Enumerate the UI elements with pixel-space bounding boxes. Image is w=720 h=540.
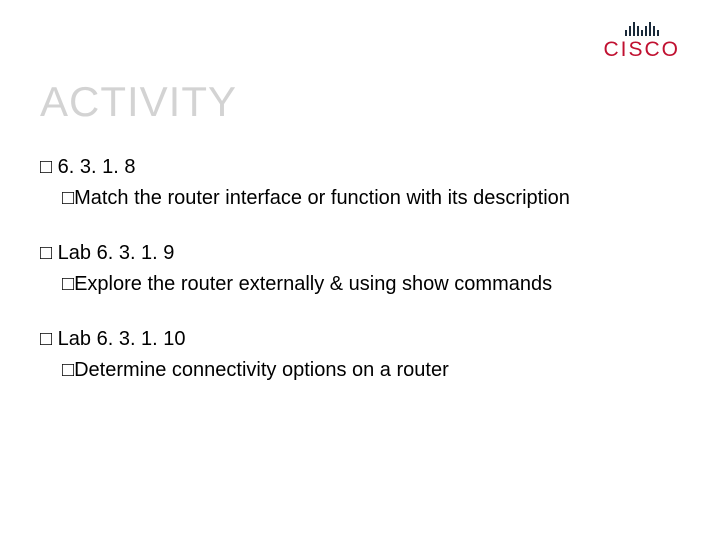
slide: CISCO ACTIVITY □ 6. 3. 1. 8 □Match the r… — [0, 0, 720, 540]
list-item: □ Lab 6. 3. 1. 10 — [40, 326, 680, 353]
cisco-logo-icon — [603, 18, 680, 36]
square-bullet-icon: □ — [40, 242, 52, 264]
square-bullet-icon: □ — [62, 273, 74, 295]
list-subitem: □Explore the router externally & using s… — [40, 271, 680, 298]
square-bullet-icon: □ — [62, 359, 74, 381]
list-item-label: 6. 3. 1. 8 — [58, 156, 136, 178]
list-subitem-label: Determine connectivity options on a rout… — [74, 359, 449, 381]
list-item: □ Lab 6. 3. 1. 9 — [40, 240, 680, 267]
slide-content: □ 6. 3. 1. 8 □Match the router interface… — [40, 154, 680, 384]
square-bullet-icon: □ — [40, 156, 52, 178]
list-item-label: Lab 6. 3. 1. 9 — [58, 242, 175, 264]
square-bullet-icon: □ — [40, 328, 52, 350]
list-item-label: Lab 6. 3. 1. 10 — [58, 328, 186, 350]
list-subitem-label: Match the router interface or function w… — [74, 187, 570, 209]
cisco-logo-text: CISCO — [603, 38, 680, 62]
list-subitem-label: Explore the router externally & using sh… — [74, 273, 552, 295]
list-subitem: □Match the router interface or function … — [40, 185, 680, 212]
cisco-logo: CISCO — [603, 18, 680, 62]
list-item: □ 6. 3. 1. 8 — [40, 154, 680, 181]
list-subitem: □Determine connectivity options on a rou… — [40, 357, 680, 384]
slide-title: ACTIVITY — [40, 78, 680, 126]
square-bullet-icon: □ — [62, 187, 74, 209]
